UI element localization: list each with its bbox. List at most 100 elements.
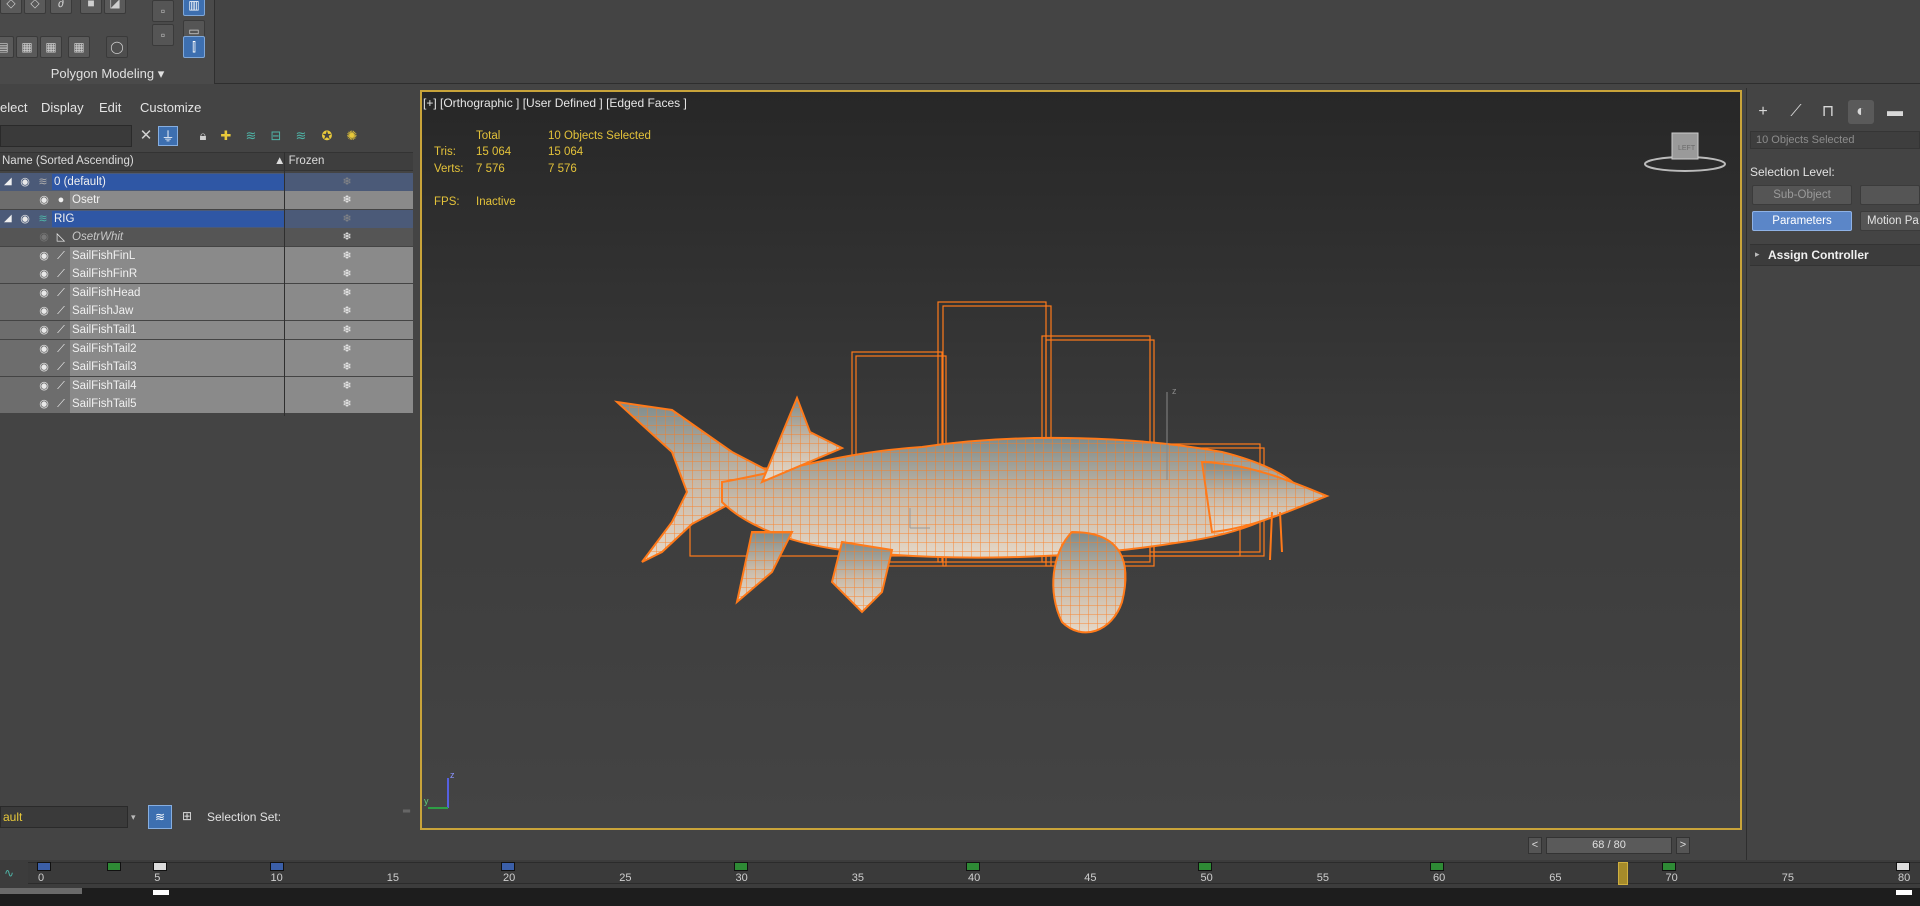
assign-controller-rollout[interactable]: Assign Controller — [1750, 244, 1920, 266]
eye-icon[interactable]: ◉ — [37, 358, 51, 376]
snowflake-icon[interactable]: ❄ — [340, 210, 354, 228]
time-prev-button[interactable]: < — [1528, 837, 1542, 854]
viewcube[interactable]: LEFT — [1644, 130, 1726, 176]
menu-display[interactable]: Display — [41, 100, 84, 115]
menu-customize[interactable]: Customize — [140, 100, 201, 115]
eye-icon[interactable]: ◉ — [37, 377, 51, 395]
ribbon-tool-icon[interactable]: ◪ — [104, 0, 126, 14]
create-tab-icon[interactable]: + — [1750, 100, 1776, 124]
keyframe[interactable] — [734, 862, 748, 871]
keyframe[interactable] — [1896, 862, 1910, 871]
motion-tab-icon[interactable]: ◐ — [1848, 100, 1874, 124]
hierarchy-explorer-icon[interactable]: ⊞ — [176, 805, 198, 829]
table-row[interactable]: ◉ ⟋ SailFishJaw ❄ — [0, 302, 413, 320]
ribbon-tool-icon[interactable]: ▦ — [40, 36, 62, 58]
keyframe[interactable] — [501, 862, 515, 871]
keyframe[interactable] — [1662, 862, 1676, 871]
frame-display[interactable]: 68 / 80 — [1546, 837, 1672, 854]
layer-stack-icon[interactable]: ≋ — [291, 126, 311, 146]
keyframe[interactable] — [1198, 862, 1212, 871]
ribbon-tool-icon[interactable]: ◇ — [0, 0, 22, 14]
table-row[interactable]: ◉ ⟋ SailFishTail1 ❄ — [0, 321, 413, 339]
snowflake-icon[interactable]: ❄ — [340, 358, 354, 376]
name-column-header[interactable]: Name (Sorted Ascending) — [2, 155, 134, 167]
modify-tab-icon[interactable]: ⟋ — [1783, 100, 1809, 124]
snowflake-icon[interactable]: ❄ — [340, 265, 354, 283]
ribbon-tool-icon[interactable]: ◯ — [106, 36, 128, 58]
table-row[interactable]: ◢ ◉ ≋ 0 (default) ❄ — [0, 173, 413, 191]
layer-dropdown[interactable]: ault ▾ — [0, 806, 136, 828]
clear-search-icon[interactable]: ✕ — [136, 126, 156, 146]
highlight-icon[interactable]: ✪ — [317, 126, 337, 146]
keyframe[interactable] — [107, 862, 121, 871]
snowflake-icon[interactable]: ❄ — [340, 191, 354, 209]
ribbon-tool-icon[interactable]: ▤ — [0, 36, 14, 58]
eye-icon[interactable]: ◉ — [37, 284, 51, 302]
table-row[interactable]: ◉ ⟋ SailFishFinL ❄ — [0, 247, 413, 265]
display-tab-icon[interactable]: ▬ — [1882, 100, 1908, 124]
snowflake-icon[interactable]: ❄ — [340, 377, 354, 395]
eye-icon[interactable]: ◉ — [37, 247, 51, 265]
eye-icon[interactable]: ◉ — [37, 321, 51, 339]
snowflake-icon[interactable]: ❄ — [340, 228, 354, 246]
motion-paths-button[interactable]: Motion Pa — [1860, 211, 1920, 231]
eye-icon[interactable]: ◉ — [37, 340, 51, 358]
eye-icon[interactable]: ◉ — [37, 191, 51, 209]
polygon-modeling-tab[interactable]: Polygon Modeling ▾ — [0, 64, 215, 84]
snowflake-icon[interactable]: ❄ — [340, 247, 354, 265]
table-row[interactable]: ◉ ⟋ SailFishFinR ❄ — [0, 265, 413, 283]
snowflake-icon[interactable]: ❄ — [340, 284, 354, 302]
viewport-label[interactable]: [+] [Orthographic ] [User Defined ] [Edg… — [423, 96, 687, 110]
eye-icon[interactable]: ◉ — [37, 302, 51, 320]
range-end-marker[interactable] — [1896, 890, 1912, 895]
keyframe[interactable] — [1430, 862, 1444, 871]
scroll-thumb[interactable] — [0, 888, 82, 894]
eye-icon[interactable]: ◉ — [37, 265, 51, 283]
keyframe[interactable] — [270, 862, 284, 871]
keyframe[interactable] — [966, 862, 980, 871]
eye-icon[interactable]: ◉ — [37, 395, 51, 413]
snowflake-icon[interactable]: ❄ — [340, 302, 354, 320]
sync-selection-icon[interactable]: ✺ — [342, 126, 362, 146]
curve-editor-icon[interactable]: ∿ — [4, 866, 14, 880]
menu-select[interactable]: elect — [0, 100, 27, 115]
ribbon-tool-icon[interactable]: ▫ — [152, 24, 174, 46]
snowflake-icon[interactable]: ❄ — [340, 395, 354, 413]
table-row[interactable]: ◉ ⟋ SailFishHead ❄ — [0, 284, 413, 302]
ribbon-tool-icon[interactable]: ∂ — [50, 0, 72, 14]
ribbon-tool-icon[interactable]: ▫ — [152, 0, 174, 22]
expand-arrow-icon[interactable]: ◢ — [4, 210, 18, 228]
snowflake-icon[interactable]: ❄ — [340, 321, 354, 339]
table-row[interactable]: ◉ ⟋ SailFishTail2 ❄ — [0, 340, 413, 358]
eye-icon[interactable]: ◉ — [18, 210, 32, 228]
ribbon-tool-icon[interactable]: ▦ — [16, 36, 38, 58]
lock-icon[interactable]: 🔒︎ — [193, 126, 213, 146]
layers-icon[interactable]: ≋ — [241, 126, 261, 146]
time-cursor[interactable] — [1618, 862, 1628, 885]
viewport[interactable]: z z y — [420, 90, 1742, 830]
snowflake-icon[interactable]: ❄ — [340, 340, 354, 358]
time-next-button[interactable]: > — [1676, 837, 1690, 854]
keyframe[interactable] — [37, 862, 51, 871]
table-row[interactable]: ◉ ⟋ SailFishTail5 ❄ — [0, 395, 413, 413]
selection-count-field[interactable]: 10 Objects Selected — [1750, 131, 1920, 149]
range-start-marker[interactable] — [153, 890, 169, 895]
ribbon-tool-icon[interactable]: ▦ — [68, 36, 90, 58]
grip-icon[interactable]: ═ — [403, 806, 410, 817]
table-row[interactable]: ◉ ⟋ SailFishTail3 ❄ — [0, 358, 413, 376]
menu-edit[interactable]: Edit — [99, 100, 121, 115]
layer-explorer-icon[interactable]: ≋ — [148, 805, 172, 829]
new-layer-icon[interactable]: ✚ — [216, 126, 236, 146]
filter-icon[interactable]: ⏚ — [158, 126, 178, 146]
ribbon-tool-icon[interactable]: ▥ — [183, 0, 205, 16]
eye-icon[interactable]: ◉ — [18, 173, 32, 191]
table-row[interactable]: ◉ ● Osetr ❄ — [0, 191, 413, 209]
chevron-down-icon[interactable]: ▾ — [131, 807, 136, 827]
table-row[interactable]: ◢ ◉ ≋ RIG ❄ — [0, 210, 413, 228]
table-row[interactable]: ◉ ◺ OsetrWhit ❄ — [0, 228, 413, 246]
hierarchy-icon[interactable]: ⊟ — [266, 126, 286, 146]
ribbon-tool-icon[interactable]: ■ — [80, 0, 102, 14]
sub-object-secondary-button[interactable] — [1860, 185, 1920, 205]
eye-hidden-icon[interactable]: ◉ — [37, 228, 51, 246]
frozen-column-header[interactable]: ▲ Frozen — [274, 155, 324, 167]
